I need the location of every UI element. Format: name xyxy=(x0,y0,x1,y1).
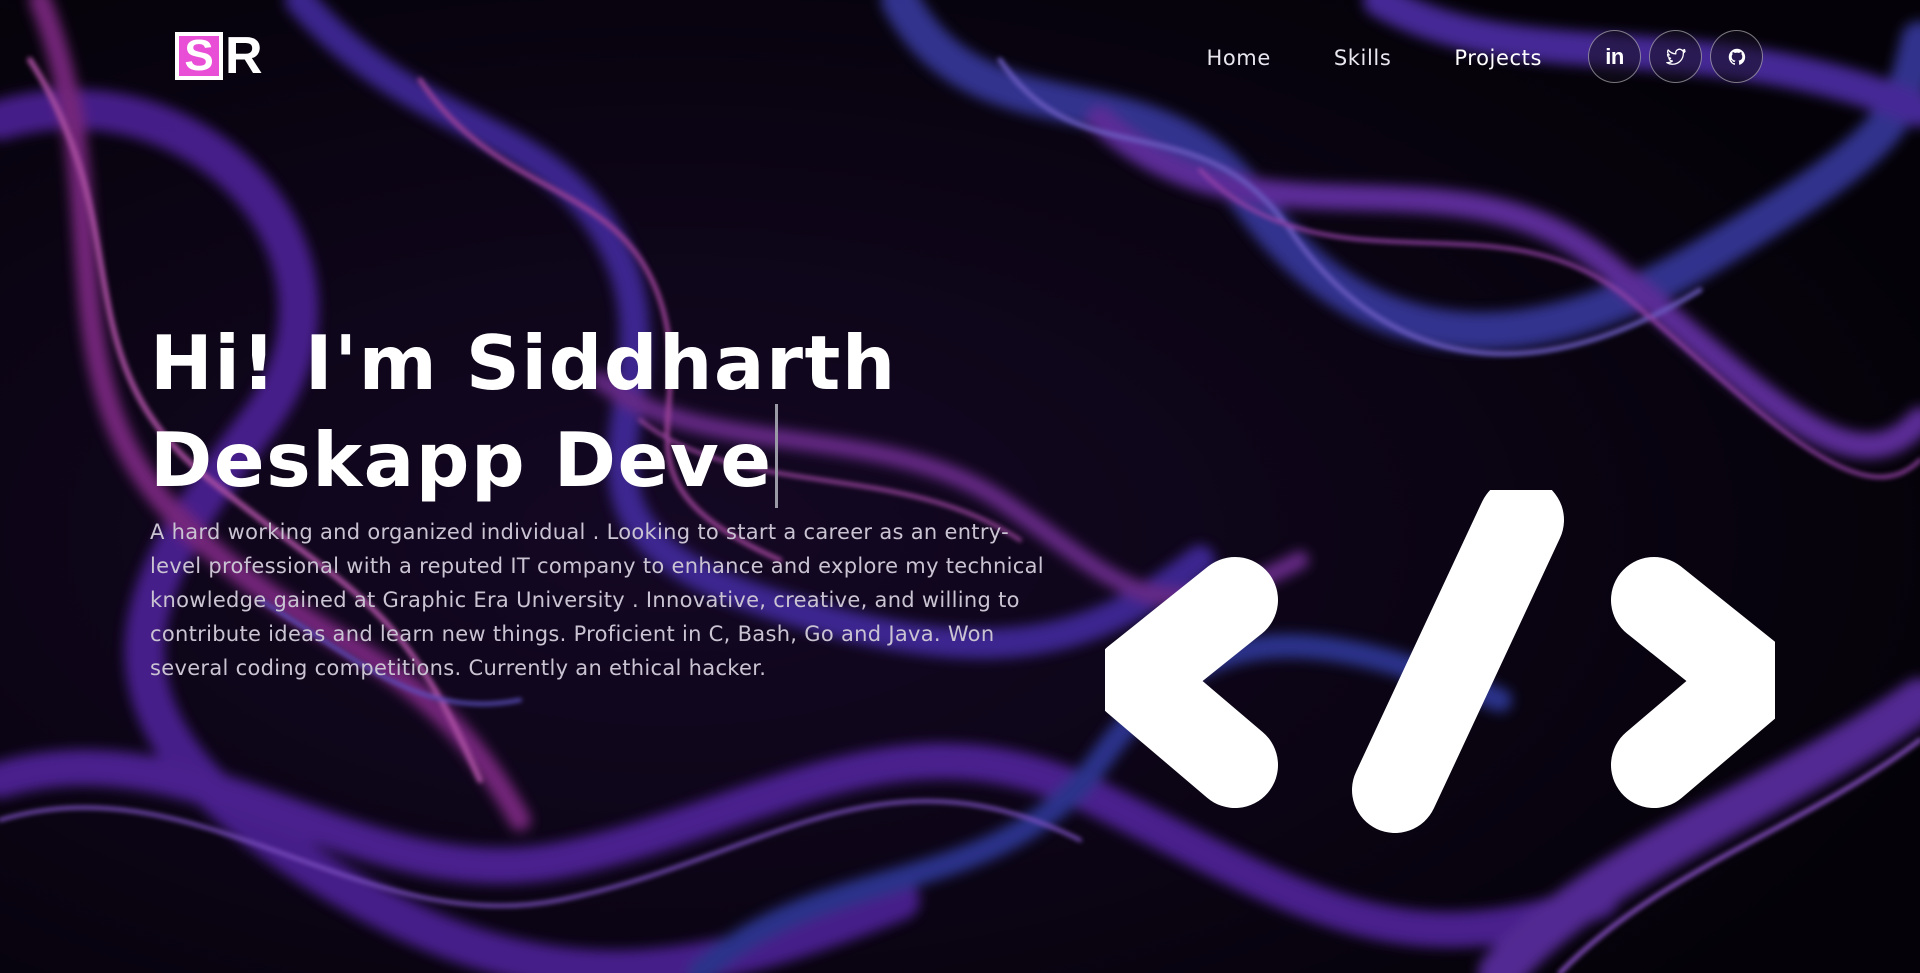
github-icon xyxy=(1728,48,1745,65)
github-button[interactable] xyxy=(1710,30,1763,83)
hero-title: Hi! I'm Siddharth Deskapp Deve xyxy=(150,322,1050,508)
logo-letter-s: S xyxy=(184,31,214,80)
right-angle-bracket xyxy=(1611,557,1775,808)
code-brackets-icon xyxy=(1105,490,1775,833)
twitter-button[interactable] xyxy=(1649,30,1702,83)
logo-s-block: S xyxy=(175,32,223,80)
nav-link-home[interactable]: Home xyxy=(1206,46,1270,70)
typing-cursor xyxy=(774,404,778,508)
slash xyxy=(1352,490,1564,833)
linkedin-icon: in xyxy=(1605,43,1624,69)
linkedin-button[interactable]: in xyxy=(1588,30,1641,83)
hero-description: A hard working and organized individual … xyxy=(150,520,1044,680)
hero-title-line-1: Hi! I'm Siddharth xyxy=(150,319,897,407)
logo-letter-r: R xyxy=(225,27,263,85)
page: S R Home Skills Projects in Hi! I'm Sidd… xyxy=(0,0,1920,973)
twitter-icon xyxy=(1665,48,1686,65)
hero-title-line-2: Deskapp Deve xyxy=(150,404,1050,508)
left-angle-bracket xyxy=(1105,557,1278,808)
nav-link-projects[interactable]: Projects xyxy=(1454,46,1542,70)
main-nav: Home Skills Projects xyxy=(1143,40,1542,76)
nav-link-skills[interactable]: Skills xyxy=(1334,46,1392,70)
site-logo[interactable]: S R xyxy=(175,27,263,85)
social-links: in xyxy=(1588,30,1763,83)
typed-role-text: Deskapp Deve xyxy=(150,416,773,504)
